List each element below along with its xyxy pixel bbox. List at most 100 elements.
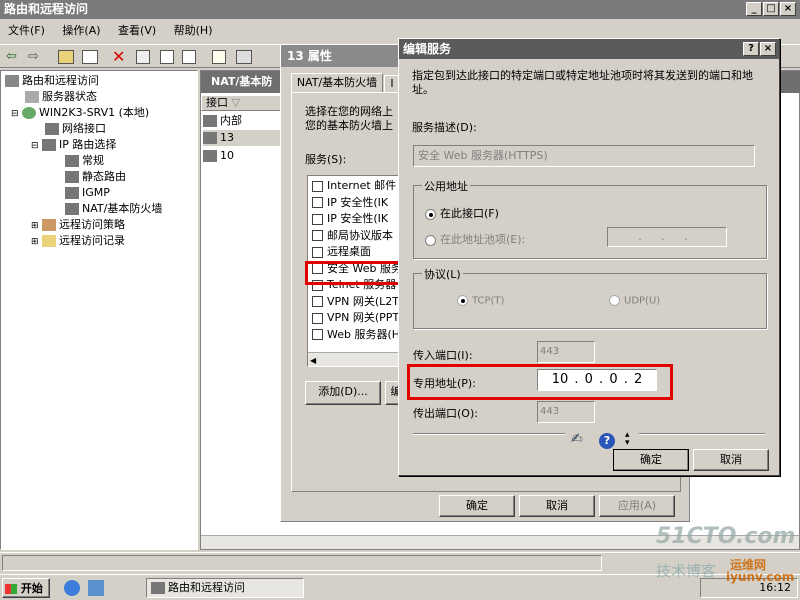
tree-item-policies[interactable]: ⊞ 远程访问策略: [3, 217, 195, 233]
menu-help[interactable]: 帮助(H): [174, 24, 213, 37]
service-checkbox[interactable]: [312, 329, 323, 340]
radio-udp[interactable]: [609, 295, 620, 306]
computer-icon: [151, 582, 165, 594]
info-icon: ?: [599, 433, 615, 449]
description-field[interactable]: 安全 Web 服务器(HTTPS): [413, 145, 755, 167]
tree-item-ip-routing[interactable]: ⊟ IP 路由选择: [3, 137, 195, 153]
hand-icon: ✍: [571, 431, 583, 447]
edit-ok-button[interactable]: 确定: [613, 449, 689, 471]
tree-item-general[interactable]: 常规: [3, 153, 195, 169]
properties-icon[interactable]: [136, 50, 150, 64]
service-item[interactable]: IP 安全性(IK: [312, 195, 402, 212]
delete-icon[interactable]: ✕: [112, 47, 125, 66]
highlight-box: [305, 261, 409, 285]
show-tree-icon[interactable]: [82, 50, 98, 64]
service-item[interactable]: IP 安全性(IK: [312, 211, 402, 228]
edit-service-dialog: 编辑服务 ? × 指定包到达此接口的特定端口或特定地址池项时将其发送到的端口和地…: [398, 38, 780, 476]
service-checkbox[interactable]: [312, 296, 323, 307]
service-checkbox[interactable]: [312, 213, 323, 225]
interface-icon: [203, 150, 217, 162]
radio-tcp[interactable]: [457, 295, 468, 306]
tree-item-root[interactable]: 路由和远程访问: [3, 73, 195, 89]
tree-item-nat[interactable]: NAT/基本防火墙: [3, 201, 195, 217]
close-window-button[interactable]: ×: [780, 2, 796, 16]
service-item[interactable]: Web 服务器(H: [312, 327, 402, 344]
tree-item-network-interfaces[interactable]: 网络接口: [3, 121, 195, 137]
routing-icon: [42, 139, 57, 151]
pool-address-field[interactable]: . . .: [607, 227, 727, 247]
cancel-button[interactable]: 取消: [519, 495, 595, 517]
radio-on-interface[interactable]: [425, 208, 436, 220]
service-item[interactable]: Internet 邮件: [312, 178, 402, 195]
incoming-port-label: 传入端口(I):: [413, 349, 473, 362]
tree-item-static-routes[interactable]: 静态路由: [3, 169, 195, 185]
routing-icon: [65, 171, 79, 183]
private-address-field[interactable]: 10 . 0 . 0 . 2: [537, 369, 657, 391]
status-panel: [2, 555, 602, 571]
start-button[interactable]: 开始: [2, 578, 50, 598]
service-checkbox[interactable]: [312, 180, 323, 192]
menu-view[interactable]: 查看(V): [118, 24, 156, 37]
menu-action[interactable]: 操作(A): [62, 24, 100, 37]
maximize-button[interactable]: □: [763, 2, 779, 16]
outgoing-port-field[interactable]: 443: [537, 401, 595, 423]
back-icon[interactable]: ⇦: [6, 49, 17, 64]
service-checkbox[interactable]: [312, 312, 323, 324]
service-checkbox[interactable]: [312, 230, 323, 241]
service-checkbox[interactable]: [312, 197, 323, 208]
list-item[interactable]: 10: [203, 148, 234, 164]
on-interface-option[interactable]: 在此接口(F): [425, 205, 499, 221]
spin-icon: ▴ ▾: [625, 430, 630, 448]
help-icon[interactable]: [212, 50, 226, 64]
edit-cancel-button[interactable]: 取消: [693, 449, 769, 471]
description-label: 服务描述(D):: [412, 121, 477, 134]
menu-bar: 文件(F) 操作(A) 查看(V) 帮助(H): [8, 23, 227, 39]
menu-file[interactable]: 文件(F): [8, 24, 45, 37]
watermark-blog: 技术博客: [656, 562, 717, 580]
console-icon[interactable]: [236, 50, 252, 64]
folder-icon: [42, 235, 57, 247]
services-scrollbar[interactable]: ◀: [308, 352, 406, 366]
service-item[interactable]: 远程桌面: [312, 244, 402, 261]
service-checkbox[interactable]: [312, 246, 323, 258]
list-item[interactable]: 内部: [203, 113, 242, 129]
minimize-button[interactable]: _: [746, 2, 762, 16]
incoming-port-field[interactable]: 443: [537, 341, 595, 363]
ok-button[interactable]: 确定: [439, 495, 515, 517]
tree-item-server[interactable]: ⊟ WIN2K3-SRV1 (本地): [3, 105, 195, 121]
close-dialog-button[interactable]: ×: [760, 42, 776, 56]
radio-address-pool[interactable]: [425, 234, 436, 246]
tree-item-server-status[interactable]: 服务器状态: [3, 89, 195, 105]
taskbar-item-rras[interactable]: 路由和远程访问: [146, 578, 304, 598]
export-icon[interactable]: [182, 50, 196, 64]
tcp-option[interactable]: TCP(T): [457, 295, 504, 307]
up-folder-icon[interactable]: [58, 50, 74, 64]
window-title: 路由和远程访问: [4, 2, 89, 16]
outgoing-port-label: 传出端口(O):: [413, 407, 478, 420]
routing-icon: [65, 187, 79, 199]
refresh-icon[interactable]: [160, 50, 174, 64]
edit-intro: 指定包到达此接口的特定端口或特定地址池项时将其发送到的端口和地址。: [412, 69, 753, 96]
service-item[interactable]: VPN 网关(PPT: [312, 310, 402, 327]
network-icon: [45, 123, 59, 135]
policy-icon: [42, 219, 57, 231]
server-icon: [25, 91, 39, 103]
service-item[interactable]: VPN 网关(L2T: [312, 294, 402, 311]
column-header-interface[interactable]: 接口 ▽: [201, 95, 281, 111]
divider: [639, 433, 765, 435]
udp-option[interactable]: UDP(U): [609, 295, 660, 307]
explorer-icon[interactable]: [88, 580, 104, 596]
forward-icon[interactable]: ⇨: [28, 49, 39, 64]
ie-icon[interactable]: [64, 580, 80, 596]
tree-item-igmp[interactable]: IGMP: [3, 185, 195, 201]
tab-nat-firewall[interactable]: NAT/基本防火墙: [291, 73, 383, 93]
main-title-bar: 路由和远程访问: [0, 0, 800, 19]
address-pool-option[interactable]: 在此地址池项(E):: [425, 231, 525, 247]
routing-icon: [65, 203, 79, 215]
help-button[interactable]: ?: [743, 42, 759, 56]
add-service-button[interactable]: 添加(D)...: [305, 381, 381, 405]
tree-item-logging[interactable]: ⊞ 远程访问记录: [3, 233, 195, 249]
public-address-group: 公用地址: [413, 178, 767, 259]
service-item[interactable]: 邮局协议版本: [312, 228, 402, 245]
apply-button[interactable]: 应用(A): [599, 495, 675, 517]
